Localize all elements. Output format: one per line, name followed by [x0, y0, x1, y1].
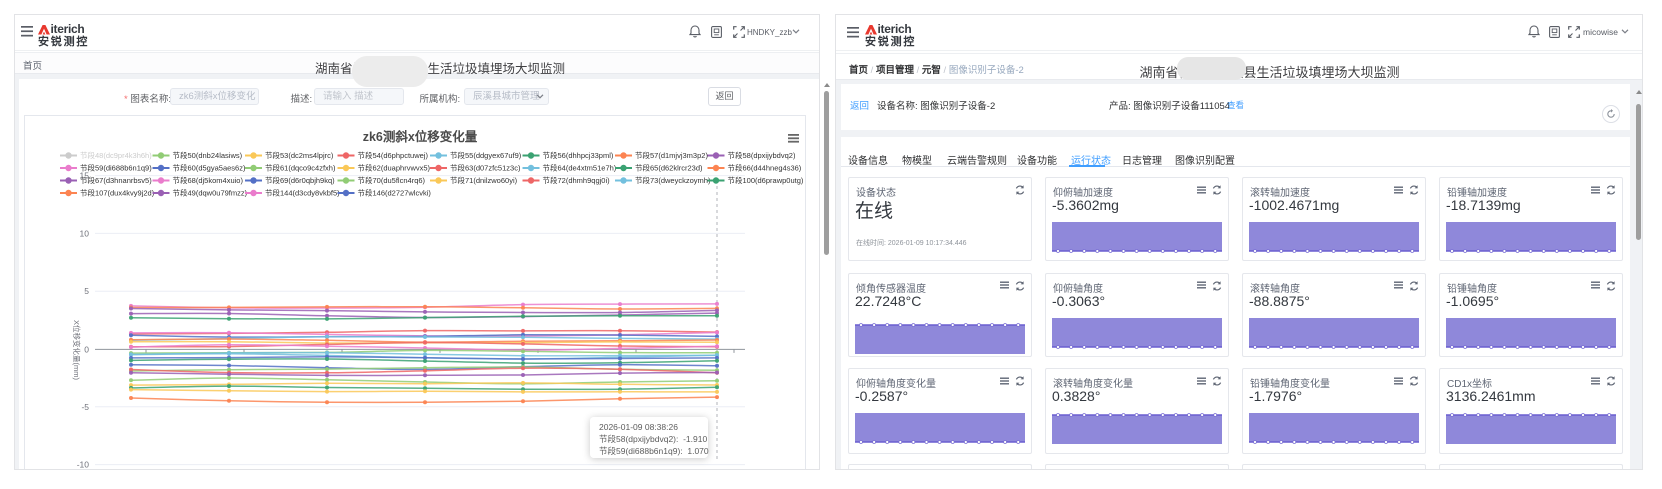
svg-text:zk6测斜x位移变化量: zk6测斜x位移变化量 [363, 129, 478, 144]
svg-text:节段55(ddgyex67uf9): 节段55(ddgyex67uf9) [450, 150, 522, 160]
svg-text:节段54(d6phpctuwej): 节段54(d6phpctuwej) [358, 150, 429, 160]
svg-text:节段53(dc2ms4lpjrc): 节段53(dc2ms4lpjrc) [265, 150, 334, 160]
svg-text:0: 0 [84, 344, 89, 354]
svg-text:节段70(du5flcn4rq6): 节段70(du5flcn4rq6) [358, 175, 426, 185]
svg-text:X位移变化量(mm): X位移变化量(mm) [72, 320, 82, 380]
svg-text:节段62(duaphrvwvx5): 节段62(duaphrvwvx5) [358, 163, 431, 173]
svg-text:-10: -10 [77, 460, 90, 468]
svg-text:节段58(dpxijybdvq2): 节段58(dpxijybdvq2) [728, 150, 796, 160]
svg-text:节段61(dqco9c4zfxh): 节段61(dqco9c4zfxh) [265, 163, 336, 173]
svg-text:节段107(dux4kvy9j2d): 节段107(dux4kvy9j2d) [80, 188, 155, 198]
svg-text:节段144(d3cdy8vkbf5): 节段144(d3cdy8vkbf5) [265, 188, 340, 198]
svg-text:10: 10 [80, 228, 90, 238]
svg-text:节段71(dnilzwo60yi): 节段71(dnilzwo60yi) [450, 175, 518, 185]
svg-text:节段73(dweyckzoymh): 节段73(dweyckzoymh) [635, 175, 711, 185]
svg-text:节段69(d6r0qbjh9kq): 节段69(d6r0qbjh9kq) [265, 175, 335, 185]
svg-text:5: 5 [84, 286, 89, 296]
svg-text:-5: -5 [81, 402, 89, 412]
svg-text:节段59(di688b6n1q9): 节段59(di688b6n1q9) [80, 163, 152, 173]
svg-text:节段56(dhhpcj33pml): 节段56(dhhpcj33pml) [543, 150, 614, 160]
svg-text:节段48(dc9pr4k3h6h): 节段48(dc9pr4k3h6h) [80, 150, 152, 160]
svg-text:节段60(d5gya5aes6z): 节段60(d5gya5aes6z) [173, 163, 246, 173]
svg-text:节段72(dhmh9qgj0i): 节段72(dhmh9qgj0i) [543, 175, 611, 185]
svg-text:节段64(de4xtm51e7h): 节段64(de4xtm51e7h) [543, 163, 617, 173]
svg-text:节段65(d62klrcr23d): 节段65(d62klrcr23d) [635, 163, 703, 173]
svg-text:节段68(dj5kom4xuio): 节段68(dj5kom4xuio) [173, 175, 244, 185]
svg-text:节段50(dnb24lasiws): 节段50(dnb24lasiws) [173, 150, 243, 160]
svg-text:15: 15 [80, 171, 90, 181]
svg-text:节段49(dqw0u79fmzz): 节段49(dqw0u79fmzz) [173, 188, 248, 198]
svg-text:节段67(d3hnanrbsv5): 节段67(d3hnanrbsv5) [80, 175, 152, 185]
svg-text:节段63(d07zfc51z3c): 节段63(d07zfc51z3c) [450, 163, 521, 173]
svg-text:节段57(d1mjvj3m3p2): 节段57(d1mjvj3m3p2) [635, 150, 708, 160]
svg-text:节段100(d6prawp0utg): 节段100(d6prawp0utg) [728, 175, 804, 185]
svg-text:节段66(d44hneg4s36): 节段66(d44hneg4s36) [728, 163, 802, 173]
svg-text:节段146(d2727wlcvki): 节段146(d2727wlcvki) [358, 188, 432, 198]
